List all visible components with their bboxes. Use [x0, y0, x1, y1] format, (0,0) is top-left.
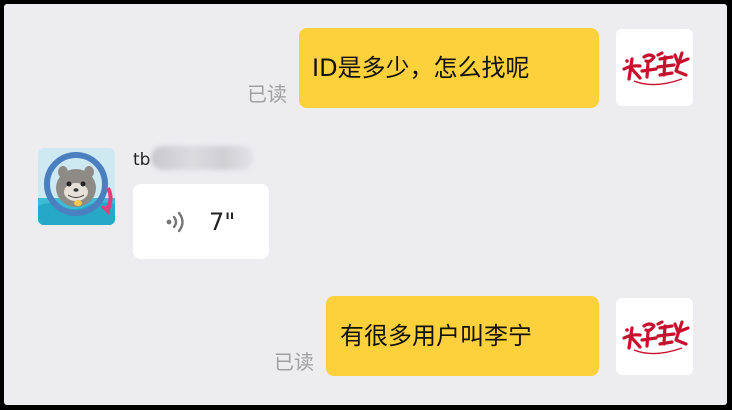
sender-name-redacted [151, 146, 254, 170]
brand-logo-icon [621, 50, 690, 85]
my-avatar[interactable] [616, 29, 693, 106]
message-text: 有很多用户叫李宁 [340, 322, 532, 350]
message-bubble[interactable]: 有很多用户叫李宁 [326, 296, 599, 376]
read-receipt: 已读 [274, 350, 314, 374]
read-receipt: 已读 [247, 82, 287, 106]
my-avatar[interactable] [616, 298, 693, 375]
otter-avatar-icon [38, 148, 115, 225]
voice-message-bubble[interactable]: 7" [133, 184, 269, 259]
brand-logo-icon [621, 319, 690, 354]
chat-window: 已读 ID是多少，怎么找呢 tb 7" 已读 有很多用户叫李宁 [4, 4, 727, 405]
message-bubble[interactable]: ID是多少，怎么找呢 [299, 28, 599, 108]
sender-name: tb [133, 150, 151, 170]
sender-avatar[interactable] [38, 148, 115, 225]
message-text: ID是多少，怎么找呢 [312, 54, 530, 82]
voice-wave-icon [166, 211, 184, 232]
voice-duration: 7" [209, 207, 236, 236]
